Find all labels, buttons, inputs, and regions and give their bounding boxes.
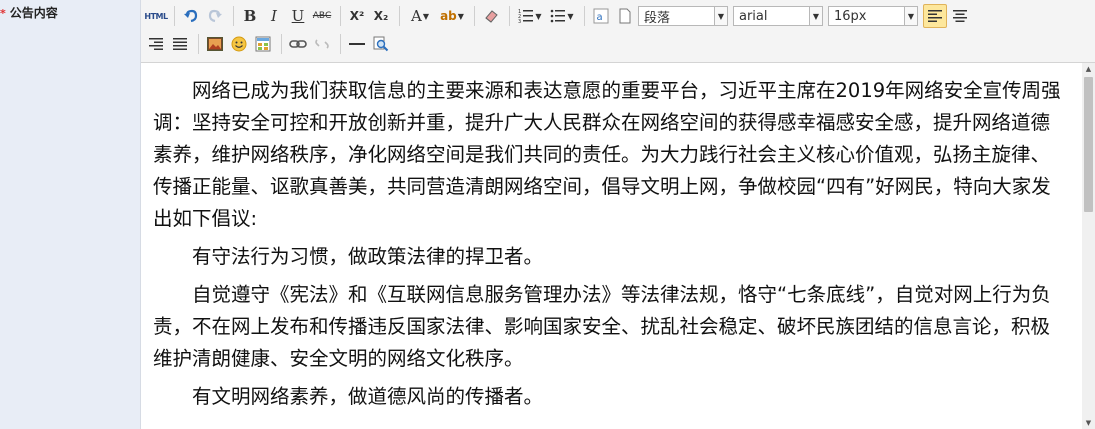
ordered-list-icon: 123 (518, 9, 534, 24)
align-center-button[interactable] (949, 5, 971, 27)
scroll-down-arrow-icon[interactable]: ▼ (1082, 417, 1095, 429)
form-label-column: * 公告内容 (0, 0, 141, 429)
insert-table-button[interactable] (252, 33, 274, 55)
separator (233, 6, 234, 26)
separator (281, 34, 282, 54)
link-icon (289, 40, 307, 48)
smiley-icon (231, 36, 247, 52)
svg-text:3: 3 (518, 19, 521, 24)
paragraph-format-select[interactable]: 段落 ▼ (638, 6, 728, 26)
content-paragraph: 网络已成为我们获取信息的主要来源和表达意愿的重要平台，习近平主席在2019年网络… (153, 79, 1061, 230)
unordered-list-button[interactable]: ▼ (547, 5, 577, 27)
strikethrough-button[interactable]: ABC (311, 5, 333, 27)
font-family-value: arial (739, 8, 768, 24)
page-break-button[interactable] (614, 5, 636, 27)
content-paragraph: 有文明网络素养，做道德风尚的传播者。 (192, 385, 544, 408)
unlink-button[interactable] (311, 33, 333, 55)
field-label-text: 公告内容 (9, 6, 58, 20)
font-family-select[interactable]: arial ▼ (733, 6, 823, 26)
bullet-list-icon (551, 9, 566, 23)
align-left-icon (928, 10, 942, 22)
font-size-value: 16px (834, 8, 867, 24)
separator (399, 6, 400, 26)
html-source-button[interactable]: HTML (144, 5, 168, 27)
clear-format-button[interactable] (480, 5, 502, 27)
chevron-down-icon: ▼ (457, 11, 464, 21)
image-icon (207, 37, 223, 51)
align-right-icon (149, 38, 163, 50)
highlight-label: ab (440, 9, 457, 23)
italic-button[interactable]: I (263, 5, 285, 27)
separator (584, 6, 585, 26)
autotypeset-button[interactable]: a (590, 5, 612, 27)
insert-image-button[interactable] (204, 33, 226, 55)
paragraph-format-value: 段落 (644, 10, 671, 26)
editor-content-area[interactable]: 网络已成为我们获取信息的主要来源和表达意愿的重要平台，习近平主席在2019年网络… (141, 63, 1081, 429)
align-left-button[interactable] (923, 4, 947, 28)
vertical-scrollbar[interactable]: ▲ ▼ (1082, 63, 1095, 429)
separator (174, 6, 175, 26)
required-mark: * (0, 7, 6, 20)
align-right-button[interactable] (145, 33, 167, 55)
unlink-icon (315, 39, 329, 49)
align-justify-icon (173, 38, 187, 50)
separator (198, 34, 199, 54)
toolbar-row-2 (145, 31, 394, 57)
font-color-button[interactable]: A ▼ (405, 5, 435, 27)
underline-button[interactable]: U (287, 5, 309, 27)
chevron-down-icon: ▼ (714, 7, 727, 25)
chevron-down-icon: ▼ (904, 7, 917, 25)
ordered-list-button[interactable]: 1 2 3 ▼ (515, 5, 545, 27)
eraser-icon (485, 10, 498, 23)
content-paragraph: 有守法行为习惯，做政策法律的捍卫者。 (192, 245, 544, 268)
rich-text-editor: HTML B I U ABC X² X₂ A ▼ ab ▼ 1 2 3 ▼ ▼ … (141, 0, 1095, 429)
horizontal-rule-button[interactable] (346, 33, 368, 55)
subscript-button[interactable]: X₂ (370, 5, 392, 27)
redo-button[interactable] (204, 5, 226, 27)
superscript-button[interactable]: X² (346, 5, 368, 27)
chevron-down-icon: ▼ (567, 11, 574, 21)
undo-icon (184, 9, 198, 23)
font-size-select[interactable]: 16px ▼ (828, 6, 918, 26)
scroll-up-arrow-icon[interactable]: ▲ (1082, 63, 1095, 75)
field-label: * 公告内容 (0, 4, 58, 21)
undo-button[interactable] (180, 5, 202, 27)
autotypeset-icon: a (593, 8, 609, 24)
horizontal-line-icon (349, 43, 365, 45)
align-justify-button[interactable] (169, 33, 191, 55)
magnifier-icon (373, 36, 389, 52)
separator (509, 6, 510, 26)
separator (474, 6, 475, 26)
separator (340, 34, 341, 54)
redo-icon (208, 9, 222, 23)
font-color-label: A (411, 7, 422, 25)
editor-toolbar: HTML B I U ABC X² X₂ A ▼ ab ▼ 1 2 3 ▼ ▼ … (141, 0, 1095, 63)
table-icon (255, 36, 271, 52)
link-button[interactable] (287, 33, 309, 55)
svg-text:a: a (597, 12, 603, 23)
separator (340, 6, 341, 26)
highlight-color-button[interactable]: ab ▼ (437, 5, 467, 27)
preview-button[interactable] (370, 33, 392, 55)
bold-button[interactable]: B (239, 5, 261, 27)
scrollbar-thumb[interactable] (1084, 77, 1093, 212)
emotion-button[interactable] (228, 33, 250, 55)
chevron-down-icon: ▼ (422, 11, 429, 21)
chevron-down-icon: ▼ (535, 11, 542, 21)
chevron-down-icon: ▼ (809, 7, 822, 25)
document-icon (619, 8, 631, 24)
content-paragraph: 自觉遵守《宪法》和《互联网信息服务管理办法》等法律法规，恪守“七条底线”，自觉对… (153, 283, 1051, 370)
toolbar-row-1: HTML B I U ABC X² X₂ A ▼ ab ▼ 1 2 3 ▼ ▼ … (144, 3, 973, 29)
align-center-icon (953, 10, 967, 22)
